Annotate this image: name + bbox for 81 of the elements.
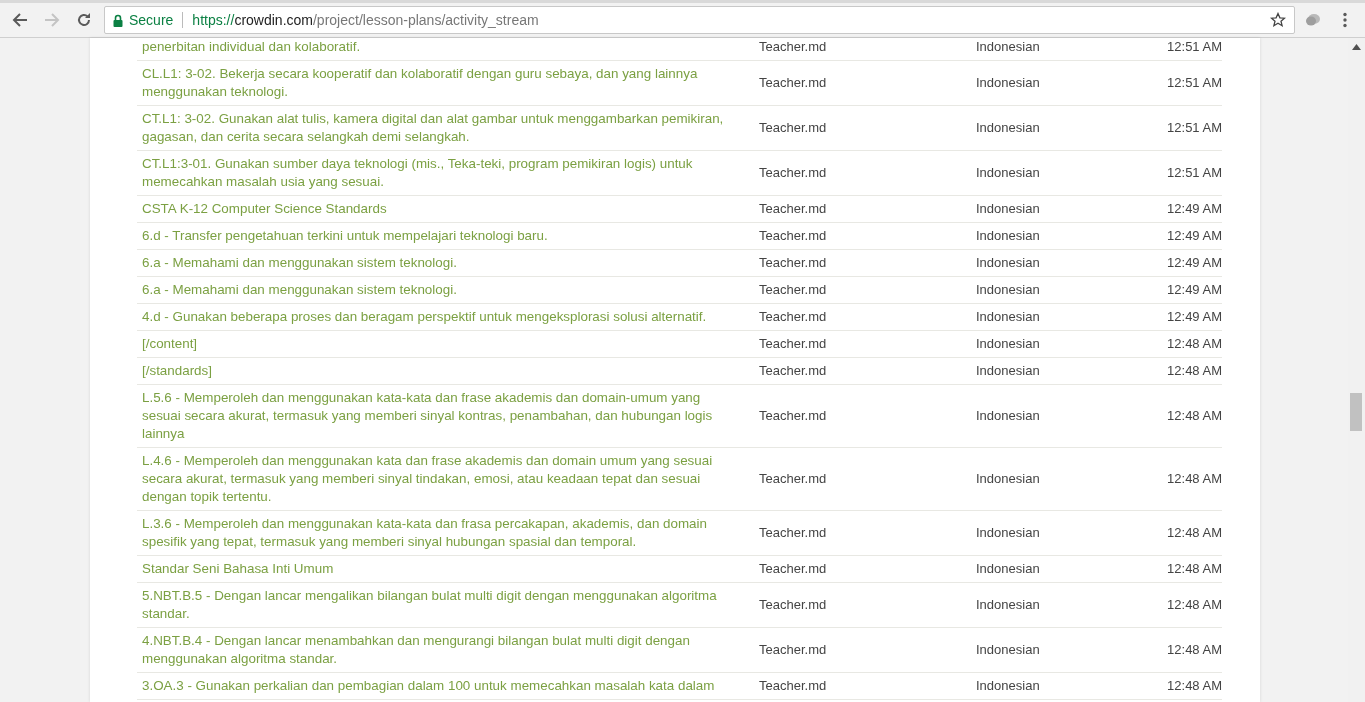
language-name: Indonesian bbox=[975, 254, 1041, 272]
file-name: Teacher.md bbox=[758, 362, 828, 380]
activity-time: 12:49 AM bbox=[1166, 200, 1222, 218]
language-name: Indonesian bbox=[975, 74, 1041, 92]
back-icon[interactable] bbox=[12, 12, 28, 28]
activity-string[interactable]: 3.OA.3 - Gunakan perkalian dan pembagian dalam 100 untuk memecahkan masalah kata dalam bbox=[137, 677, 754, 695]
activity-time: 12:49 AM bbox=[1166, 254, 1222, 272]
activity-string[interactable]: penerbitan individual dan kolaboratif. bbox=[137, 38, 754, 56]
language-name: Indonesian bbox=[975, 38, 1041, 56]
activity-time: 12:49 AM bbox=[1166, 227, 1222, 245]
activity-time: 12:48 AM bbox=[1166, 524, 1222, 542]
language-name: Indonesian bbox=[975, 560, 1041, 578]
file-name: Teacher.md bbox=[758, 119, 828, 137]
activity-string[interactable]: [/standards] bbox=[137, 362, 754, 380]
scrollbar-thumb[interactable] bbox=[1350, 393, 1362, 431]
language-name: Indonesian bbox=[975, 407, 1041, 425]
activity-string[interactable]: 4.d - Gunakan beberapa proses dan beragam perspektif untuk mengeksplorasi solusi alternatif. bbox=[137, 308, 754, 326]
activity-time: 12:48 AM bbox=[1166, 362, 1222, 380]
language-name: Indonesian bbox=[975, 470, 1041, 488]
language-name: Indonesian bbox=[975, 308, 1041, 326]
language-name: Indonesian bbox=[975, 164, 1041, 182]
file-name: Teacher.md bbox=[758, 200, 828, 218]
activity-string[interactable]: 6.a - Memahami dan menggunakan sistem teknologi. bbox=[137, 254, 754, 272]
activity-time: 12:51 AM bbox=[1166, 74, 1222, 92]
activity-string[interactable]: L.5.6 - Memperoleh dan menggunakan kata-kata dan frase akademis dan domain-umum yang sesuai secara akurat, termasuk yang memberi sinyal kontras, penambahan, dan hubungan logis lainnya bbox=[137, 389, 754, 443]
language-name: Indonesian bbox=[975, 119, 1041, 137]
activity-string[interactable]: L.4.6 - Memperoleh dan menggunakan kata dan frase akademis dan domain umum yang sesuai secara akurat, termasuk yang memberi sinyal tindakan, emosi, atau keadaan tepat dan sesuai dengan topik tertentu. bbox=[137, 452, 754, 506]
address-bar[interactable]: Secure https://crowdin.com/project/lesson-plans/activity_stream bbox=[104, 6, 1295, 34]
lock-icon bbox=[113, 13, 123, 27]
language-name: Indonesian bbox=[975, 200, 1041, 218]
activity-time: 12:49 AM bbox=[1166, 281, 1222, 299]
language-name: Indonesian bbox=[975, 677, 1041, 695]
scroll-up-icon[interactable] bbox=[1352, 44, 1361, 50]
activity-time: 12:48 AM bbox=[1166, 677, 1222, 695]
file-name: Teacher.md bbox=[758, 38, 828, 56]
language-name: Indonesian bbox=[975, 227, 1041, 245]
url-text: https://crowdin.com/project/lesson-plans/activity_stream bbox=[192, 12, 540, 28]
activity-string[interactable]: 4.NBT.B.4 - Dengan lancar menambahkan dan mengurangi bilangan bulat multi digit dengan menggunakan algoritma standar. bbox=[137, 632, 754, 668]
activity-time: 12:48 AM bbox=[1166, 641, 1222, 659]
file-name: Teacher.md bbox=[758, 281, 828, 299]
star-icon[interactable] bbox=[1270, 12, 1286, 28]
activity-time: 12:51 AM bbox=[1166, 38, 1222, 56]
file-name: Teacher.md bbox=[758, 470, 828, 488]
reload-icon[interactable] bbox=[76, 12, 92, 28]
activity-time: 12:49 AM bbox=[1166, 308, 1222, 326]
file-name: Teacher.md bbox=[758, 677, 828, 695]
activity-string[interactable]: CSTA K-12 Computer Science Standards bbox=[137, 200, 754, 218]
activity-time: 12:48 AM bbox=[1166, 596, 1222, 614]
file-name: Teacher.md bbox=[758, 524, 828, 542]
language-name: Indonesian bbox=[975, 335, 1041, 353]
activity-string[interactable]: [/content] bbox=[137, 335, 754, 353]
activity-time: 12:48 AM bbox=[1166, 407, 1222, 425]
language-name: Indonesian bbox=[975, 596, 1041, 614]
activity-time: 12:51 AM bbox=[1166, 119, 1222, 137]
activity-string[interactable]: CL.L1: 3-02. Bekerja secara kooperatif dan kolaboratif dengan guru sebaya, dan yang lainnya menggunakan teknologi. bbox=[137, 65, 754, 101]
language-name: Indonesian bbox=[975, 524, 1041, 542]
activity-string[interactable]: 6.d - Transfer pengetahuan terkini untuk mempelajari teknologi baru. bbox=[137, 227, 754, 245]
file-name: Teacher.md bbox=[758, 335, 828, 353]
file-name: Teacher.md bbox=[758, 308, 828, 326]
file-name: Teacher.md bbox=[758, 227, 828, 245]
activity-time: 12:51 AM bbox=[1166, 164, 1222, 182]
language-name: Indonesian bbox=[975, 281, 1041, 299]
activity-time: 12:48 AM bbox=[1166, 335, 1222, 353]
file-name: Teacher.md bbox=[758, 596, 828, 614]
file-name: Teacher.md bbox=[758, 74, 828, 92]
activity-string[interactable]: CT.L1:3-01. Gunakan sumber daya teknologi (mis., Teka-teki, program pemikiran logis) untuk memecahkan masalah usia yang sesuai. bbox=[137, 155, 754, 191]
language-name: Indonesian bbox=[975, 362, 1041, 380]
activity-string[interactable]: 6.a - Memahami dan menggunakan sistem teknologi. bbox=[137, 281, 754, 299]
security-label: Secure bbox=[129, 12, 174, 28]
file-name: Teacher.md bbox=[758, 407, 828, 425]
file-name: Teacher.md bbox=[758, 164, 828, 182]
activity-string[interactable]: Standar Seni Bahasa Inti Umum bbox=[137, 560, 754, 578]
activity-time: 12:48 AM bbox=[1166, 560, 1222, 578]
file-name: Teacher.md bbox=[758, 560, 828, 578]
activity-string[interactable]: 5.NBT.B.5 - Dengan lancar mengalikan bilangan bulat multi digit dengan menggunakan algoritma standar. bbox=[137, 587, 754, 623]
file-name: Teacher.md bbox=[758, 254, 828, 272]
activity-string[interactable]: CT.L1: 3-02. Gunakan alat tulis, kamera digital dan alat gambar untuk menggambarkan pemikiran, gagasan, dan cerita secara selangkah demi selangkah. bbox=[137, 110, 754, 146]
language-name: Indonesian bbox=[975, 641, 1041, 659]
file-name: Teacher.md bbox=[758, 641, 828, 659]
activity-time: 12:48 AM bbox=[1166, 470, 1222, 488]
activity-string[interactable]: L.3.6 - Memperoleh dan menggunakan kata-kata dan frasa percakapan, akademis, dan domain spesifik yang tepat, termasuk yang memberi sinyal hubungan spasial dan temporal. bbox=[137, 515, 754, 551]
